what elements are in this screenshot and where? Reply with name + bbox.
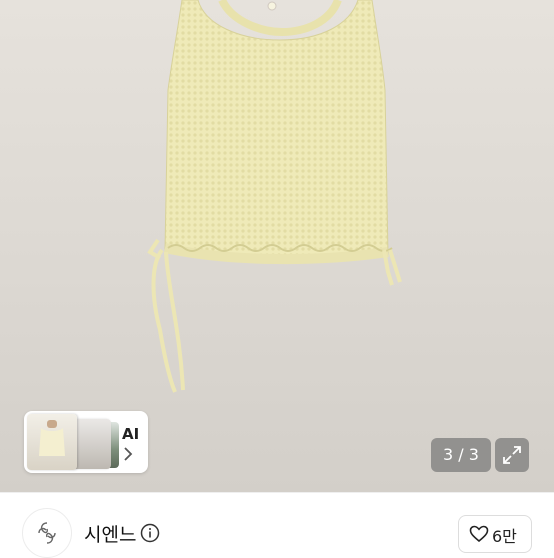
seller-name[interactable]: 시엔느	[84, 520, 136, 547]
like-button[interactable]: 6만	[458, 515, 532, 553]
ai-thumbnails	[27, 414, 123, 470]
ai-label: AI	[122, 425, 140, 443]
info-icon[interactable]	[140, 523, 160, 543]
expand-button[interactable]	[495, 438, 529, 472]
chevron-right-icon	[124, 447, 133, 461]
image-counter: 3 / 3	[431, 438, 491, 472]
like-count: 6만	[492, 527, 517, 546]
seller-avatar[interactable]	[22, 508, 72, 558]
heart-icon	[469, 525, 489, 543]
expand-icon	[503, 446, 521, 464]
product-photo[interactable]: AI 3 / 3	[0, 0, 554, 492]
divider	[0, 492, 554, 493]
ai-style-button[interactable]: AI	[24, 411, 148, 473]
seller-logo-icon	[38, 522, 56, 544]
thumbnail-image	[27, 414, 77, 470]
